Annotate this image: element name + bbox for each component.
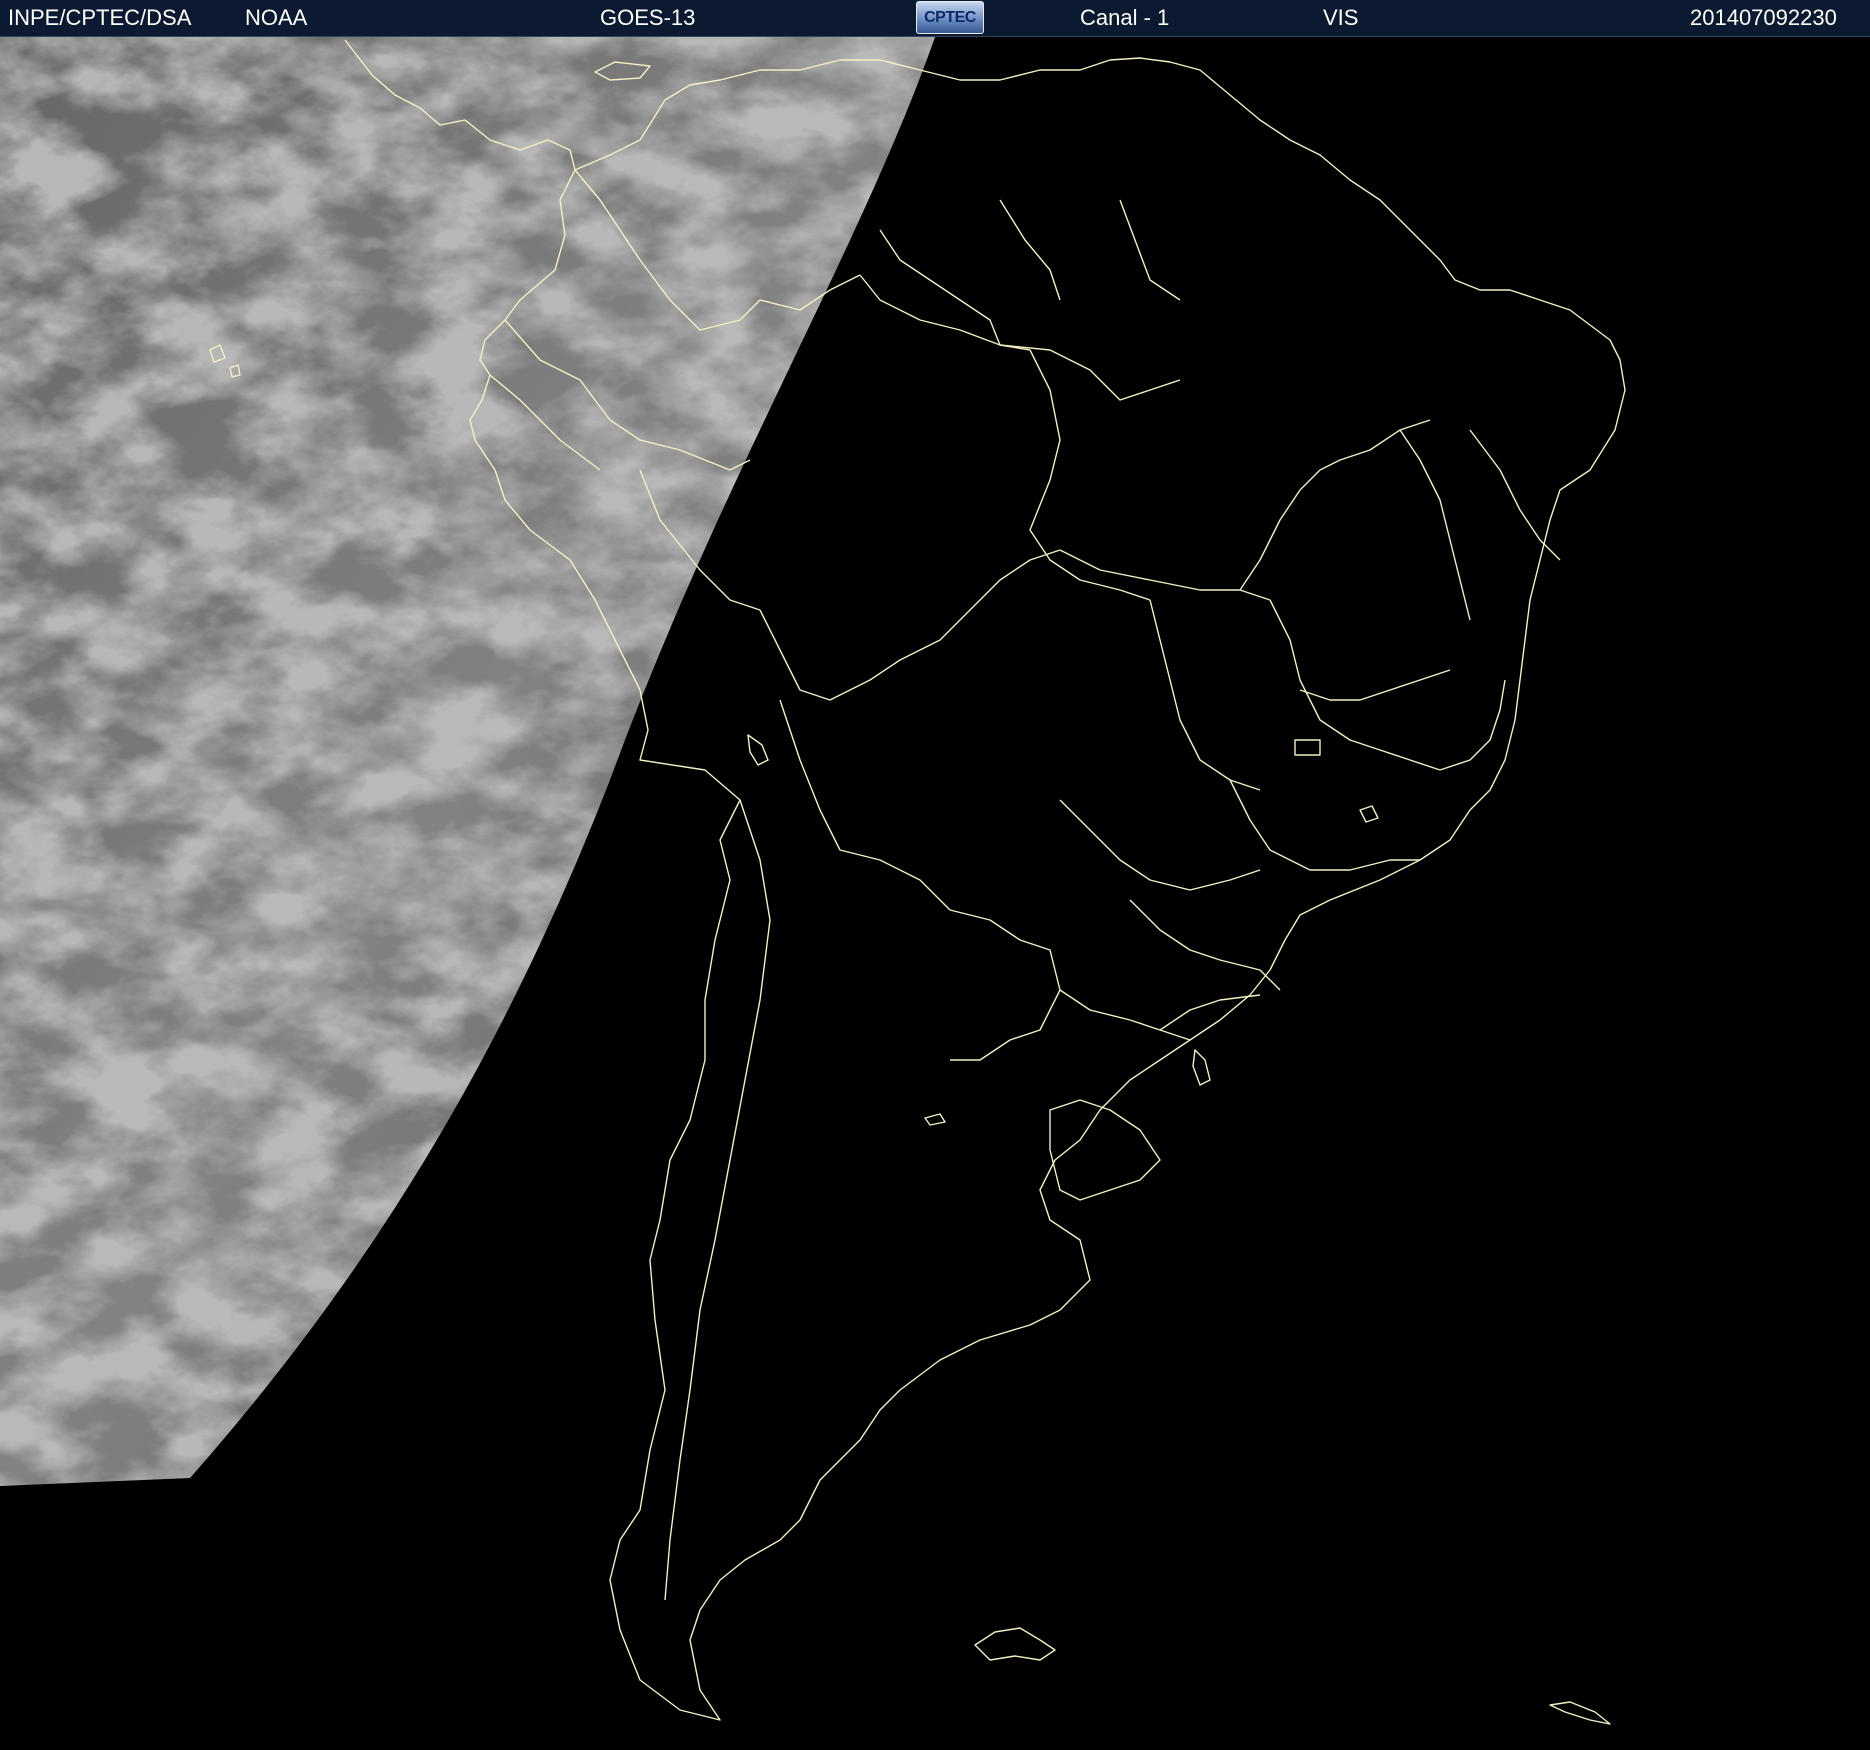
agency-label: NOAA [245,5,308,30]
channel-label: Canal - 1 [1080,5,1170,30]
satellite-label: GOES-13 [600,5,696,30]
cptec-logo-icon: CPTEC [916,1,984,34]
timestamp-label: 201407092230 [1690,5,1837,30]
band-label: VIS [1323,5,1359,30]
institution-label: INPE/CPTEC/DSA [8,5,192,30]
header-bar: INPE/CPTEC/DSA NOAA GOES-13 CPTEC Canal … [0,0,1870,37]
logo-text: CPTEC [924,8,976,26]
satellite-image [0,37,1870,1750]
